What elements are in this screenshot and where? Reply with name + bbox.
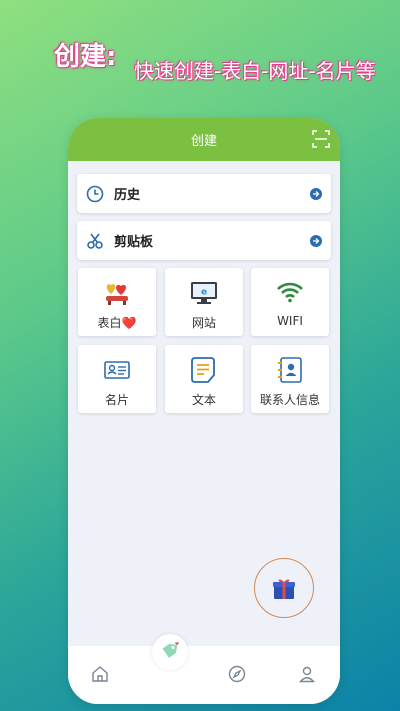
clipboard-row[interactable]: 剪贴板 (77, 221, 331, 260)
promo-title: 创建: (54, 42, 117, 72)
tile-contact-label: 联系人信息 (259, 393, 320, 407)
tile-business-card-label: 名片 (104, 393, 129, 407)
user-icon[interactable] (297, 664, 317, 684)
tile-business-card[interactable]: 名片 (78, 345, 156, 413)
home-icon[interactable] (90, 664, 110, 684)
wifi-icon (277, 282, 303, 303)
history-label: 历史 (114, 188, 141, 203)
arrow-right-icon (310, 234, 322, 247)
arrow-right-icon (310, 187, 322, 200)
bottom-tabbar (68, 634, 340, 704)
tile-wifi[interactable]: WIFI (251, 268, 329, 336)
tag-icon (162, 642, 179, 658)
scissors-icon (87, 233, 103, 249)
tile-website[interactable]: e 网站 (165, 268, 243, 336)
tile-contact[interactable]: 联系人信息 (251, 345, 329, 413)
tile-wifi-label: WIFI (277, 314, 303, 328)
love-icon (106, 284, 128, 305)
business-card-icon (104, 361, 130, 379)
compass-icon[interactable] (227, 664, 247, 684)
svg-text:e: e (201, 288, 207, 298)
scan-icon[interactable] (312, 130, 330, 148)
header-bar: 创建 (68, 118, 340, 161)
tile-love[interactable]: 表白❤️ (78, 268, 156, 336)
tile-text-label: 文本 (191, 393, 216, 407)
text-icon (191, 357, 215, 383)
create-tab-button[interactable] (152, 634, 188, 670)
phone-screen: 创建 历史 剪贴板 表白❤️ e 网站 WIFI 名片 文本 联系人信息 (68, 118, 340, 704)
website-icon: e (191, 282, 217, 304)
clipboard-label: 剪贴板 (114, 235, 154, 250)
tile-website-label: 网站 (191, 316, 216, 330)
gift-button[interactable] (254, 558, 314, 618)
tile-text[interactable]: 文本 (165, 345, 243, 413)
gift-icon (273, 579, 295, 599)
tile-love-label: 表白❤️ (97, 316, 137, 330)
page-title: 创建 (190, 134, 217, 149)
contact-icon (278, 357, 302, 383)
history-row[interactable]: 历史 (77, 174, 331, 213)
promo-subtitle: 快速创建-表白-网址-名片等 (134, 59, 376, 83)
clock-icon (86, 185, 104, 202)
